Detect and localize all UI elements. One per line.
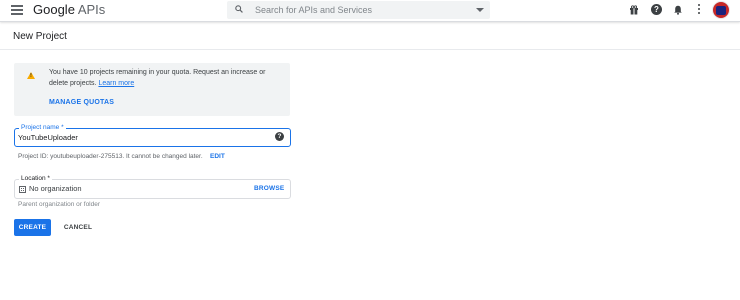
top-app-bar: Google APIs ? [0,0,740,22]
project-id-text: Project ID: youtubeuploader-275513. It c… [18,153,203,160]
location-field[interactable]: Location * No organization BROWSE [14,175,291,199]
manage-quotas-button[interactable]: MANAGE QUOTAS [49,99,114,106]
page-title: New Project [13,31,67,42]
project-name-label: Project name * [19,124,66,131]
dropdown-arrow-icon[interactable] [476,8,484,12]
cancel-button[interactable]: CANCEL [57,219,99,236]
quota-notice: ! You have 10 projects remaining in your… [14,63,290,116]
edit-project-id-button[interactable]: EDIT [210,153,225,160]
more-vert-icon[interactable] [697,4,701,16]
search-bar[interactable] [227,1,490,19]
browse-button[interactable]: BROWSE [254,185,284,192]
create-button[interactable]: CREATE [14,219,51,236]
notifications-bell-icon[interactable] [673,5,683,15]
learn-more-link[interactable]: Learn more [98,80,134,87]
search-icon [235,5,243,13]
menu-icon[interactable] [11,5,23,15]
project-name-field[interactable]: Project name * ? [14,124,291,147]
header-divider [0,49,740,50]
location-label: Location * [19,175,52,182]
google-apis-logo[interactable]: Google APIs [33,2,105,17]
gift-icon[interactable] [629,5,639,15]
logo-apis: APIs [77,2,106,17]
quota-notice-text: You have 10 projects remaining in your q… [49,68,284,89]
warning-icon-mark: ! [30,73,32,79]
logo-google: Google [33,2,75,17]
location-helper-text: Parent organization or folder [18,201,101,208]
help-icon[interactable]: ? [651,4,662,15]
avatar[interactable] [712,1,730,19]
quota-message: You have 10 projects remaining in your q… [49,69,266,87]
search-input[interactable] [255,2,455,18]
project-name-input[interactable] [18,131,268,144]
location-value: No organization [29,184,82,193]
organization-icon [19,186,26,193]
help-icon[interactable]: ? [275,132,284,141]
